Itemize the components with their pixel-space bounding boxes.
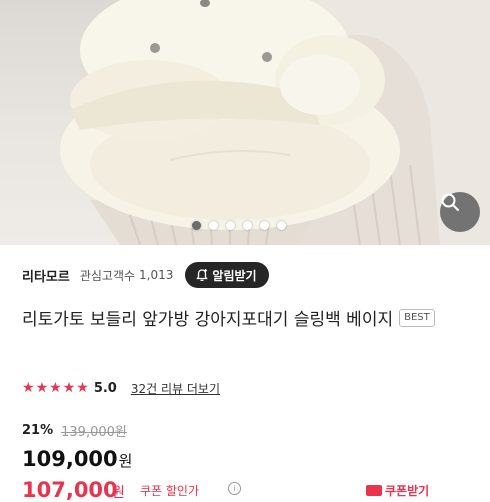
coupon-download-label: 쿠폰받기 [385, 483, 430, 498]
reviews-link[interactable]: 32건 리뷰 더보기 [131, 380, 220, 397]
product-image-carousel[interactable] [0, 0, 490, 245]
discount-info: 21% 139,000원 [22, 420, 127, 440]
store-info: 리타모르 관심고객수 1,013 알림받기 [22, 262, 269, 288]
sale-price-unit: 원 [118, 452, 133, 470]
rating-stars: ★ ★ ★ ★ ★ [22, 380, 89, 396]
coupon-download-button[interactable]: 쿠폰받기 [366, 478, 429, 502]
coupon-price-row: 107,000 원 쿠폰 할인가 i 쿠폰받기 [22, 478, 490, 502]
star-icon: ★ [62, 380, 76, 396]
zoom-button[interactable] [440, 192, 480, 232]
coupon-ticket-icon [366, 484, 382, 496]
notification-button[interactable]: 알림받기 [185, 262, 269, 288]
carousel-dot-active[interactable] [192, 220, 201, 230]
star-icon: ★ [76, 380, 89, 396]
coupon-price-label: 쿠폰 할인가 [140, 484, 200, 498]
bell-plus-icon [196, 269, 209, 281]
best-badge: BEST [399, 309, 435, 327]
discount-rate: 21% [22, 422, 54, 438]
notification-button-label: 알림받기 [212, 268, 257, 283]
followers-count: 1,013 [139, 268, 174, 282]
sale-price-value: 109,000 [22, 447, 118, 471]
carousel-dot[interactable] [277, 220, 286, 230]
magnifier-icon [441, 193, 459, 211]
followers-label: 관심고객수 [79, 268, 136, 283]
rating-summary: ★ ★ ★ ★ ★ 5.0 32건 리뷰 더보기 [22, 378, 220, 398]
star-icon: ★ [35, 380, 49, 396]
product-title-text: 리토가토 보들리 앞가방 강아지포대기 슬링백 베이지 [22, 310, 394, 330]
store-name[interactable]: 리타모르 [22, 266, 70, 285]
carousel-dot[interactable] [260, 220, 269, 230]
star-icon: ★ [49, 380, 62, 396]
star-icon: ★ [22, 380, 35, 396]
info-icon[interactable]: i [228, 482, 241, 495]
coupon-price-unit: 원 [112, 485, 125, 501]
sale-price: 109,000 원 [22, 447, 132, 473]
product-title: 리토가토 보들리 앞가방 강아지포대기 슬링백 베이지 BEST [22, 306, 462, 334]
product-image [60, 0, 490, 245]
carousel-dot[interactable] [243, 220, 252, 230]
coupon-price-value: 107,000 [22, 478, 118, 502]
carousel-indicators [192, 219, 286, 231]
carousel-dot[interactable] [209, 220, 218, 230]
carousel-dot[interactable] [226, 220, 235, 230]
rating-score: 5.0 [93, 380, 117, 396]
original-price: 139,000원 [61, 424, 127, 440]
